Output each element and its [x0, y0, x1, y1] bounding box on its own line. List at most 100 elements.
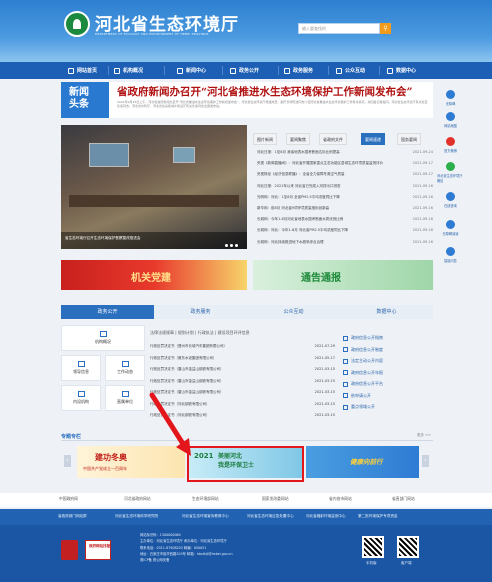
link-item[interactable]: 河北省生态环境科学研究院 [115, 514, 158, 519]
news-item[interactable]: 光明网：河北：1至8月 全省PM2.5平均浓度同比下降 2021-09-16 [257, 195, 433, 206]
nav-label: 机构概况 [123, 68, 144, 74]
public-date: 2021-05-17 [314, 355, 335, 360]
tab-photo-news[interactable]: 图片新闻 [253, 133, 277, 145]
carousel-dot[interactable] [225, 244, 228, 247]
robot-icon [446, 247, 455, 256]
gov-about[interactable]: 机构概况 [61, 325, 145, 351]
tab-express[interactable]: 要闻速递 [361, 133, 385, 145]
rail-label: 无障碍 [445, 102, 456, 106]
news-item[interactable]: 央视财经《经济信息联播》：全省全力保障冬奥空气质量 2021-09-17 [257, 172, 433, 183]
rail-qa[interactable]: 智能问答 [437, 247, 464, 263]
news-item[interactable]: 长城网：今年1-8月河北省地表水国考断面水质优良比例 2021-09-16 [257, 217, 433, 228]
rail-reader[interactable]: 无障碍阅读 [437, 220, 464, 236]
link-item[interactable]: 河北省生态环境应急处置中心 [247, 514, 294, 519]
public-item[interactable]: 行政处罚决定书（唐山市金益山钢铁有限公司） 2021-03-15 [150, 367, 335, 378]
link-item[interactable]: 中国政府网 [59, 496, 78, 502]
tab-public[interactable]: 政务公开 [61, 305, 154, 319]
open-link-item[interactable]: 政府信息公开年报 [343, 367, 433, 379]
news-item[interactable]: 长城网：河北持续推进地下水超采综合治理 2021-09-16 [257, 240, 433, 251]
doc-icon [343, 404, 348, 410]
tab-service[interactable]: 政务服务 [154, 305, 247, 319]
footer-line: 冀ICP备 冀公网安备 [140, 558, 170, 563]
link-item[interactable]: 河北省生态环境宣传教育中心 [182, 514, 229, 519]
nav-interact[interactable]: 公众互动 [336, 62, 365, 79]
tab-state-news[interactable]: 国务要闻 [397, 133, 421, 145]
photo-caption[interactable]: 省生态环境厅召开生态环境保护督察整改推进会 [61, 232, 247, 249]
nav-public[interactable]: 政务公开 [230, 62, 259, 79]
nav-data[interactable]: 数据中心 [387, 62, 416, 79]
service-icon [284, 67, 290, 74]
topic-more-link[interactable]: 更多 >> [417, 433, 431, 438]
news-item[interactable]: 河北日报：2021年以来 河北省已完成入河排污口排查 2021-09-16 [257, 184, 433, 195]
open-link-item[interactable]: 政府信息公开平台 [343, 378, 433, 390]
open-link-item[interactable]: 依申请公开 [343, 390, 433, 402]
topic-health[interactable]: 健康向前行 [306, 446, 419, 478]
news-item[interactable]: 长城网：河北：今年1-8月 河北省PM2.5平均浓度同比下降 2021-09-16 [257, 228, 433, 239]
rail-consult[interactable]: 在线咨询 [437, 192, 464, 208]
open-link-item[interactable]: 政府信息公开制度 [343, 344, 433, 356]
topic-winter-olympics[interactable]: 建功冬奥 中国共产党成立一百周年 [77, 446, 185, 478]
rail-label: 官方微博 [444, 149, 457, 153]
news-item[interactable]: 新华网：前8月 河北省9项环境质量指标创新高 2021-09-16 [257, 206, 433, 217]
tab-focus[interactable]: 要闻聚焦 [286, 133, 310, 145]
news-title: 河北日报：2021年以来 河北省已完成入河排污口排查 [257, 183, 341, 188]
rail-wechat[interactable]: 河北省生态环境厅微信 [437, 162, 464, 183]
news-item[interactable]: 央视《新闻直播间》：河北省开展国家重点生态功能区县域生态环境质量监测评价 2021… [257, 161, 433, 172]
link-item[interactable]: 国家发改委网站 [262, 496, 289, 502]
public-item[interactable]: 行政处罚决定书（唐山市金益山钢铁有限公司） 2021-03-15 [150, 379, 335, 390]
public-date: 2021-03-15 [314, 413, 335, 417]
main-nav: 网站首页 机构概况 新闻中心 政务公开 政务服务 公众互动 数据中心 [0, 62, 492, 79]
open-link-item[interactable]: 政府信息公开指南 [343, 332, 433, 344]
party-banner[interactable]: 机关党建 [61, 260, 247, 290]
search-input[interactable]: 输入要查找的 [298, 23, 380, 34]
carousel-dot[interactable] [235, 244, 238, 247]
gov-leaders[interactable]: 领导信息 [61, 355, 101, 381]
highlight-box [187, 446, 304, 482]
nav-about[interactable]: 机构概况 [114, 62, 143, 79]
notice-banner[interactable]: 通告通报 [253, 260, 433, 290]
dept-icon [77, 391, 85, 397]
nav-home[interactable]: 网站首页 [68, 62, 97, 79]
link-item[interactable]: 省政府部门网站群 [58, 514, 87, 519]
gov-affiliates[interactable]: 直属单位 [105, 385, 145, 411]
link-item[interactable]: 河北省政府网站 [124, 496, 151, 502]
open-link-item[interactable]: 法定主动公开内容 [343, 355, 433, 367]
tab-data[interactable]: 数据中心 [340, 305, 433, 319]
reader-icon [446, 220, 455, 229]
search-button[interactable]: ⚲ [380, 23, 391, 34]
news-item[interactable]: 河北日报：1至8月 我省地表水国考断面达标比例提高 2021-09-24 [257, 150, 433, 161]
tab-interact[interactable]: 公众互动 [247, 305, 340, 319]
rail-weibo[interactable]: 官方微博 [437, 137, 464, 153]
link-item[interactable]: 河北省辐射环境监测中心 [306, 514, 346, 519]
carousel-dot[interactable] [230, 244, 233, 247]
right-rail: 无障碍 网站地图 官方微博 河北省生态环境厅微信 在线咨询 无障碍阅读 智能问答 [437, 82, 464, 282]
public-item[interactable]: 行政处罚决定书（河北钢铁有限公司） 2021-03-15 [150, 402, 335, 413]
qr-label: 手机版 [366, 561, 377, 565]
topic-sublabel: 中国共产党成立一百周年 [83, 466, 127, 471]
headline-title[interactable]: 省政府新闻办召开“河北省推进水生态环境保护工作新闻发布会” [117, 84, 413, 99]
news-photo[interactable] [61, 125, 247, 249]
public-item[interactable]: 行政处罚决定书（晋州市长城汽车集团有限公司） 2021-07-29 [150, 344, 335, 355]
link-item[interactable]: 第二批环境保护专项资金 [358, 514, 398, 519]
public-subtabs[interactable]: 法律法规规章 | 规划计划 | 行政执法 | 建设项目环评信息 [150, 330, 250, 336]
link-item[interactable]: 生态环境部网站 [192, 496, 219, 502]
public-title: 行政处罚决定书（晋州市长城汽车集团有限公司） [150, 344, 227, 348]
public-item[interactable]: 行政处罚决定书（唐山市金益山钢铁有限公司） 2021-03-15 [150, 390, 335, 401]
open-link-item[interactable]: 重点领域公开 [343, 401, 433, 413]
gov-news[interactable]: 工作动态 [105, 355, 145, 381]
link-item[interactable]: 省直部门网站 [392, 496, 415, 502]
nav-news[interactable]: 新闻中心 [177, 62, 206, 79]
link-item[interactable]: 省内各市网站 [329, 496, 352, 502]
public-item[interactable]: 行政处罚决定书（河北钢铁有限公司） 2021-03-15 [150, 413, 335, 424]
rail-sitemap[interactable]: 网站地图 [437, 112, 464, 128]
rail-accessibility[interactable]: 无障碍 [437, 90, 464, 106]
gov-label: 内设机构 [73, 399, 89, 404]
public-item[interactable]: 行政处罚决定书（冀东水泥集团有限公司） 2021-05-17 [150, 356, 335, 367]
error-report-badge[interactable]: 政府网站找错 [85, 540, 111, 560]
carousel-dots[interactable] [225, 244, 238, 247]
consult-icon [446, 192, 455, 201]
gov-departments[interactable]: 内设机构 [61, 385, 101, 411]
nav-service[interactable]: 政务服务 [284, 62, 313, 79]
party-emblem-icon[interactable] [61, 540, 78, 560]
tab-gov-docs[interactable]: 省政府文件 [319, 133, 347, 145]
